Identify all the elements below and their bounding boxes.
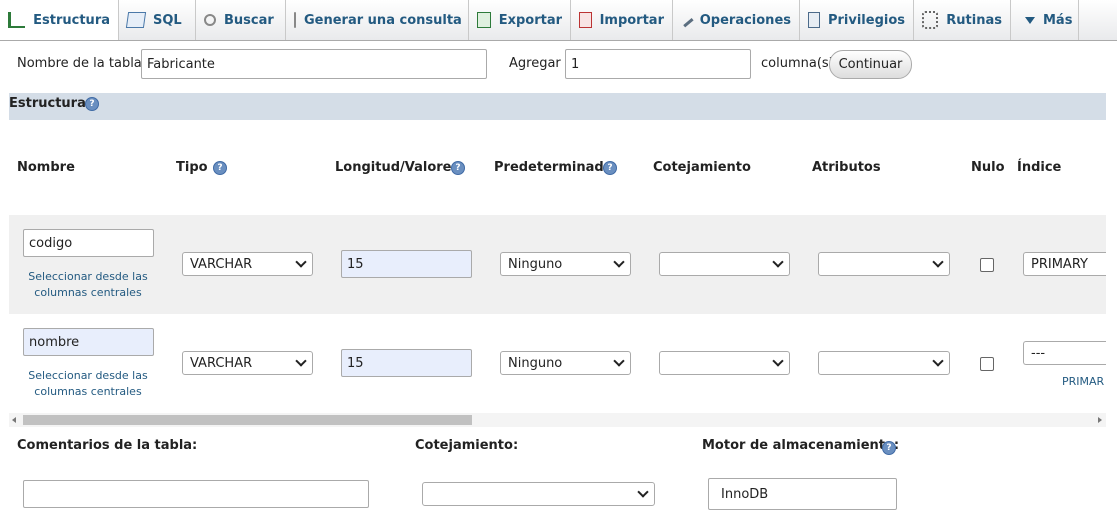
column-name-input[interactable]: codigo (23, 229, 154, 257)
add-columns-input[interactable]: 1 (565, 49, 751, 79)
tab-label: Rutinas (946, 12, 1002, 28)
horizontal-scrollbar[interactable] (9, 413, 1106, 427)
header-nombre: Nombre (17, 160, 75, 175)
central-columns-link[interactable]: Seleccionar desde las columnas centrales (24, 269, 152, 301)
header-longitud: Longitud/Valores (335, 160, 460, 175)
tab-more[interactable]: Más (1011, 0, 1079, 40)
structure-section-bar: Estructura ? (9, 93, 1106, 120)
type-value: VARCHAR (190, 256, 253, 272)
chevron-down-icon (637, 486, 649, 498)
type-value: VARCHAR (190, 355, 253, 371)
table-name-input[interactable]: Fabricante (141, 49, 487, 79)
help-icon[interactable]: ? (882, 441, 896, 455)
central-columns-link[interactable]: Seleccionar desde las columnas centrales (24, 368, 152, 400)
add-label: Agregar (509, 56, 561, 71)
continue-button[interactable]: Continuar (829, 50, 912, 79)
chevron-down-icon (932, 355, 944, 367)
help-icon[interactable]: ? (85, 97, 99, 111)
chevron-down-icon (613, 256, 625, 268)
tab-label: Más (1043, 12, 1073, 28)
default-select[interactable]: Ninguno (500, 252, 631, 276)
index-value: PRIMARY (1031, 256, 1088, 272)
tab-export[interactable]: Exportar (469, 0, 571, 40)
header-predeterminado: Predeterminado (494, 160, 613, 175)
chevron-down-icon (613, 355, 625, 367)
null-checkbox[interactable] (980, 258, 994, 272)
scrollbar-thumb[interactable] (23, 415, 472, 425)
collation-select[interactable] (659, 252, 790, 276)
columns-label: columna(s) (761, 56, 834, 71)
tab-structure[interactable]: Estructura (0, 0, 119, 40)
scroll-left-icon[interactable] (12, 417, 16, 423)
length-input[interactable]: 15 (341, 349, 472, 377)
header-indice: Índice (1017, 160, 1062, 175)
default-value: Ninguno (508, 256, 563, 272)
chevron-down-icon (772, 256, 784, 268)
chevron-down-icon (295, 256, 307, 268)
tab-label: Generar una consulta (304, 12, 462, 28)
header-atributos: Atributos (812, 160, 881, 175)
tab-label: Buscar (224, 12, 274, 28)
collation-select[interactable] (659, 351, 790, 375)
tab-sql[interactable]: SQL (119, 0, 196, 40)
search-icon (204, 14, 216, 26)
tab-search[interactable]: Buscar (196, 0, 286, 40)
attributes-select[interactable] (818, 252, 950, 276)
type-select[interactable]: VARCHAR (182, 252, 313, 276)
chevron-down-icon (295, 355, 307, 367)
tab-label: Exportar (498, 12, 562, 28)
help-icon[interactable]: ? (603, 161, 617, 175)
wrench-icon (679, 13, 694, 27)
structure-icon (8, 12, 26, 28)
sql-icon (125, 12, 147, 28)
footer-collation-label: Cotejamiento: (415, 438, 519, 453)
index-select[interactable]: --- (1023, 341, 1106, 365)
header-cotejamiento: Cotejamiento (653, 160, 751, 175)
tab-query[interactable]: Generar una consulta (286, 0, 469, 40)
tab-label: Privilegios (827, 12, 905, 28)
import-icon (579, 12, 592, 28)
type-select[interactable]: VARCHAR (182, 351, 313, 375)
tab-privileges[interactable]: Privilegios (800, 0, 914, 40)
index-value: --- (1031, 345, 1046, 361)
comments-label: Comentarios de la tabla: (17, 438, 198, 453)
index-select[interactable]: PRIMARY (1023, 252, 1106, 276)
null-checkbox[interactable] (980, 357, 994, 371)
tab-label: Estructura (33, 12, 110, 28)
tab-bar: Estructura SQL Buscar Generar una consul… (0, 0, 1117, 41)
length-input[interactable]: 15 (341, 250, 472, 278)
table-collation-select[interactable] (422, 482, 655, 506)
tab-operations[interactable]: Operaciones (673, 0, 800, 40)
export-icon (477, 12, 491, 28)
chevron-down-icon (932, 256, 944, 268)
column-name-input[interactable]: nombre (23, 328, 154, 356)
tab-import[interactable]: Importar (571, 0, 673, 40)
scroll-right-icon[interactable] (1098, 417, 1102, 423)
index-link[interactable]: PRIMAR (1062, 374, 1106, 390)
chevron-down-icon (772, 355, 784, 367)
query-icon (294, 12, 296, 28)
table-comments-input[interactable] (23, 480, 369, 508)
storage-engine-select[interactable]: InnoDB (708, 478, 897, 510)
section-title: Estructura (9, 96, 86, 111)
help-icon[interactable]: ? (451, 161, 465, 175)
tab-label: Importar (599, 12, 664, 28)
header-nulo: Nulo (971, 160, 1005, 175)
tab-label: SQL (153, 12, 182, 28)
routines-icon (922, 11, 939, 29)
default-select[interactable]: Ninguno (500, 351, 631, 375)
attributes-select[interactable] (818, 351, 950, 375)
tab-label: Operaciones (699, 12, 791, 28)
help-icon[interactable]: ? (213, 161, 227, 175)
dropdown-triangle-icon (1025, 16, 1035, 24)
header-tipo: Tipo (176, 160, 208, 175)
privileges-icon (808, 12, 820, 28)
tab-routines[interactable]: Rutinas (914, 0, 1011, 40)
engine-label: Motor de almacenamiento: (702, 438, 900, 453)
default-value: Ninguno (508, 355, 563, 371)
table-name-label: Nombre de la tabla: (17, 56, 147, 71)
